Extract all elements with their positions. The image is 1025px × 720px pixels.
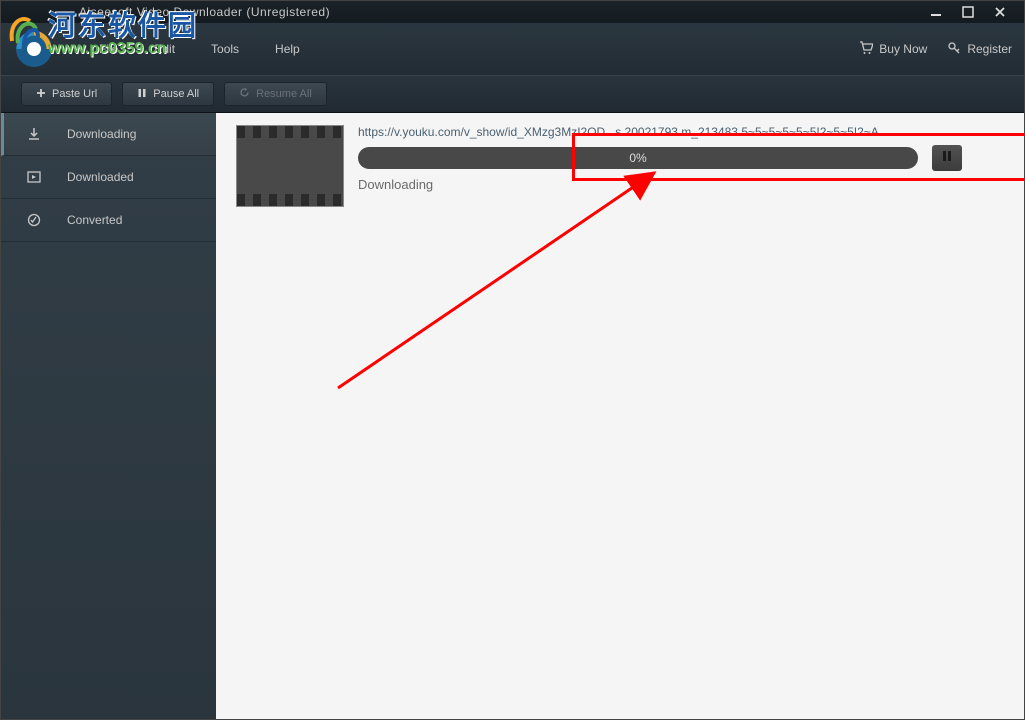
sidebar-item-label: Converted — [67, 213, 122, 227]
buy-now-link[interactable]: Buy Now — [859, 41, 927, 58]
menu-edit[interactable]: Edit — [140, 38, 189, 60]
pause-all-button[interactable]: Pause All — [122, 82, 214, 106]
sidebar-item-downloaded[interactable]: Downloaded — [1, 156, 216, 199]
pause-icon — [137, 88, 147, 101]
item-pause-button[interactable] — [932, 145, 962, 171]
menu-help[interactable]: Help — [261, 38, 314, 60]
resume-all-label: Resume All — [256, 88, 312, 100]
paste-url-label: Paste Url — [52, 88, 97, 100]
register-label: Register — [967, 42, 1012, 56]
sidebar-item-converted[interactable]: Converted — [1, 199, 216, 242]
sidebar-item-downloading[interactable]: Downloading — [1, 113, 216, 156]
buy-now-label: Buy Now — [879, 42, 927, 56]
menu-file[interactable]: File — [85, 38, 132, 60]
paste-url-button[interactable]: Paste Url — [21, 82, 112, 106]
download-url: https://v.youku.com/v_show/id_XMzg3MzI2O… — [358, 125, 938, 139]
pause-all-label: Pause All — [153, 88, 199, 100]
download-item: https://v.youku.com/v_show/id_XMzg3MzI2O… — [236, 125, 1004, 207]
download-status: Downloading — [358, 177, 1004, 192]
main-content: https://v.youku.com/v_show/id_XMzg3MzI2O… — [216, 113, 1024, 719]
app-window: Aiseesoft Video Downloader (Unregistered… — [0, 0, 1025, 720]
video-thumbnail — [236, 125, 344, 207]
sidebar-item-label: Downloading — [67, 127, 136, 141]
resume-all-button[interactable]: Resume All — [224, 82, 327, 106]
sidebar-item-label: Downloaded — [67, 170, 134, 184]
titlebar: Aiseesoft Video Downloader (Unregistered… — [1, 1, 1024, 23]
menu-bar: File Edit Tools Help — [85, 38, 314, 60]
maximize-button[interactable] — [952, 2, 984, 22]
progress-bar: 0% — [358, 147, 918, 169]
pause-icon — [942, 149, 952, 167]
logo-area — [13, 28, 55, 70]
window-title: Aiseesoft Video Downloader (Unregistered… — [79, 5, 920, 19]
progress-row: 0% — [358, 145, 1004, 171]
cart-icon — [859, 41, 873, 58]
header: File Edit Tools Help Buy Now Register — [1, 23, 1024, 75]
close-button[interactable] — [984, 2, 1016, 22]
window-controls — [920, 2, 1016, 22]
body: Downloading Downloaded Converted https: — [1, 113, 1024, 719]
app-logo-icon — [13, 28, 55, 70]
refresh-icon — [239, 87, 250, 101]
downloaded-icon — [25, 168, 43, 186]
key-icon — [947, 41, 961, 58]
sidebar: Downloading Downloaded Converted — [1, 113, 216, 719]
menu-tools[interactable]: Tools — [197, 38, 253, 60]
download-details: https://v.youku.com/v_show/id_XMzg3MzI2O… — [358, 125, 1004, 207]
download-icon — [25, 125, 43, 143]
converted-icon — [25, 211, 43, 229]
progress-text: 0% — [629, 151, 646, 165]
plus-icon — [36, 88, 46, 101]
toolbar: Paste Url Pause All Resume All — [1, 75, 1024, 113]
header-actions: Buy Now Register — [859, 41, 1012, 58]
minimize-button[interactable] — [920, 2, 952, 22]
register-link[interactable]: Register — [947, 41, 1012, 58]
